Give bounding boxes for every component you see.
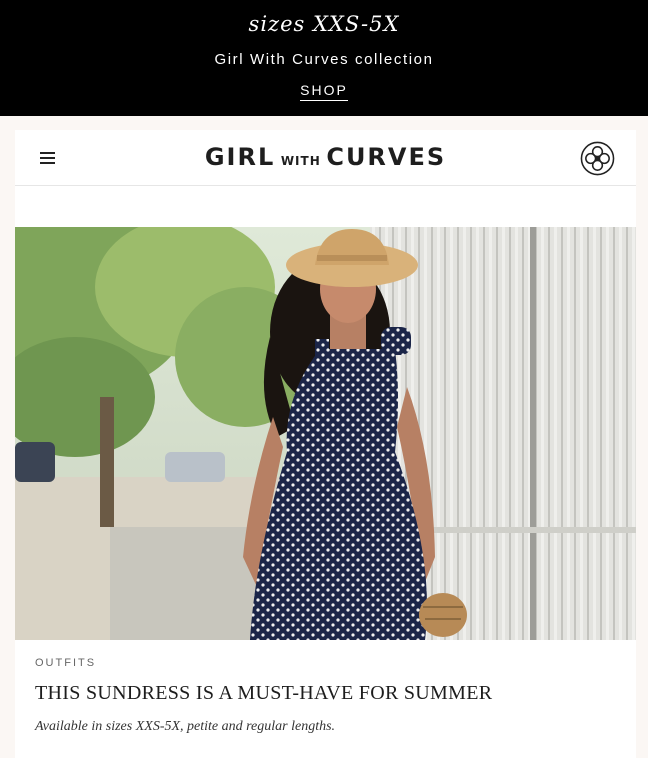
promo-script-text: sizes XXS-5X: [248, 12, 400, 36]
shop-link[interactable]: SHOP: [300, 82, 348, 101]
post-title[interactable]: THIS SUNDRESS IS A MUST-HAVE FOR SUMMER: [35, 682, 492, 705]
promo-subtitle: Girl With Curves collection: [214, 51, 434, 68]
hero-photo: [15, 227, 636, 640]
hero-image[interactable]: [15, 227, 636, 640]
logo-curves: CURVES: [326, 143, 447, 171]
promo-banner: sizes XXS-5X Girl With Curves collection…: [0, 0, 648, 116]
promo-shop-wrapper: SHOP: [0, 82, 648, 101]
post-category[interactable]: OUTFITS: [35, 657, 96, 669]
post-card: GIRL WITH CURVES OUTFITS THIS SUNDRESS I…: [15, 130, 636, 758]
logo-girl: GIRL: [204, 143, 276, 171]
site-header: GIRL WITH CURVES: [15, 130, 636, 186]
post-excerpt: Available in sizes XXS-5X, petite and re…: [35, 719, 336, 734]
logo-with: WITH: [280, 154, 321, 168]
ornamental-emblem-icon[interactable]: [580, 141, 615, 176]
site-logo[interactable]: GIRL WITH CURVES: [15, 143, 636, 171]
